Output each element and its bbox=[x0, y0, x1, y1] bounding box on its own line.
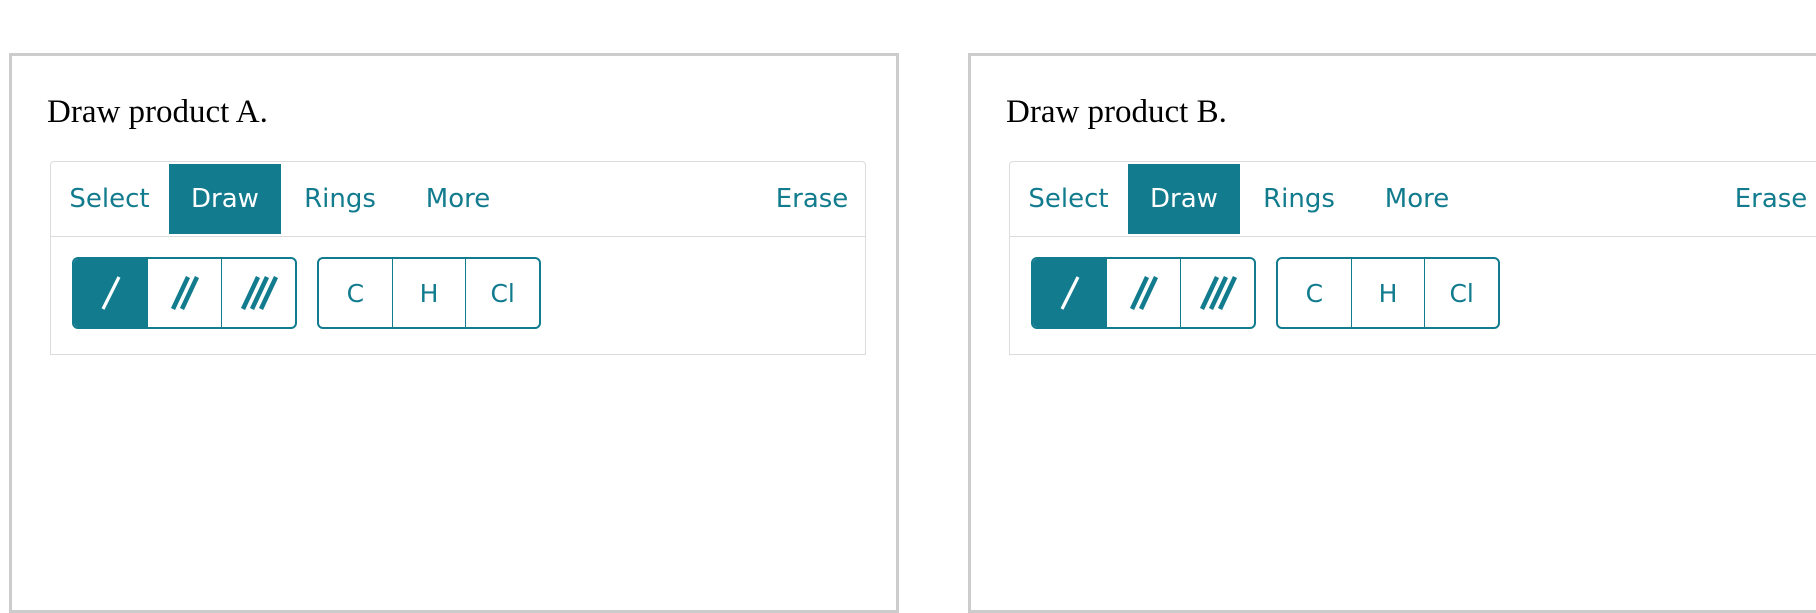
double-bond-icon bbox=[170, 276, 199, 310]
single-bond-button[interactable] bbox=[1033, 259, 1106, 327]
single-bond-icon bbox=[101, 276, 120, 310]
triple-bond-icon bbox=[240, 276, 278, 310]
molecule-editor: Select Draw Rings More Erase C H Cl bbox=[50, 161, 866, 355]
erase-button[interactable]: Erase bbox=[1716, 164, 1816, 234]
atom-chlorine-button[interactable]: Cl bbox=[1424, 259, 1498, 327]
tab-select[interactable]: Select bbox=[53, 164, 166, 234]
atom-chlorine-button[interactable]: Cl bbox=[465, 259, 539, 327]
prompt-text: Draw product A. bbox=[47, 94, 268, 130]
atom-tool-group: C H Cl bbox=[317, 257, 541, 329]
atom-hydrogen-button[interactable]: H bbox=[1350, 259, 1425, 327]
tab-more[interactable]: More bbox=[1362, 164, 1472, 234]
atom-tool-group: C H Cl bbox=[1276, 257, 1500, 329]
single-bond-icon bbox=[1060, 276, 1079, 310]
editor-tab-bar: Select Draw Rings More Erase bbox=[50, 161, 866, 237]
atom-carbon-button[interactable]: C bbox=[319, 259, 392, 327]
tab-select[interactable]: Select bbox=[1012, 164, 1125, 234]
draw-tools-row: C H Cl bbox=[1009, 237, 1816, 355]
atom-carbon-button[interactable]: C bbox=[1278, 259, 1351, 327]
erase-button[interactable]: Erase bbox=[757, 164, 867, 234]
tab-more[interactable]: More bbox=[403, 164, 513, 234]
tab-rings[interactable]: Rings bbox=[281, 164, 399, 234]
prompt-text: Draw product B. bbox=[1006, 94, 1227, 130]
double-bond-button[interactable] bbox=[147, 259, 221, 327]
triple-bond-button[interactable] bbox=[221, 259, 295, 327]
molecule-editor: Select Draw Rings More Erase C H Cl bbox=[1009, 161, 1816, 355]
bond-tool-group bbox=[72, 257, 297, 329]
double-bond-button[interactable] bbox=[1106, 259, 1180, 327]
bond-tool-group bbox=[1031, 257, 1256, 329]
draw-tools-row: C H Cl bbox=[50, 237, 866, 355]
tab-rings[interactable]: Rings bbox=[1240, 164, 1358, 234]
atom-hydrogen-button[interactable]: H bbox=[391, 259, 466, 327]
tab-draw[interactable]: Draw bbox=[169, 164, 281, 234]
tab-draw[interactable]: Draw bbox=[1128, 164, 1240, 234]
triple-bond-icon bbox=[1199, 276, 1237, 310]
triple-bond-button[interactable] bbox=[1180, 259, 1254, 327]
editor-tab-bar: Select Draw Rings More Erase bbox=[1009, 161, 1816, 237]
double-bond-icon bbox=[1129, 276, 1158, 310]
single-bond-button[interactable] bbox=[74, 259, 147, 327]
question-panel-a: Draw product A. Select Draw Rings More E… bbox=[9, 53, 899, 613]
question-panel-b: Draw product B. Select Draw Rings More E… bbox=[968, 53, 1816, 613]
